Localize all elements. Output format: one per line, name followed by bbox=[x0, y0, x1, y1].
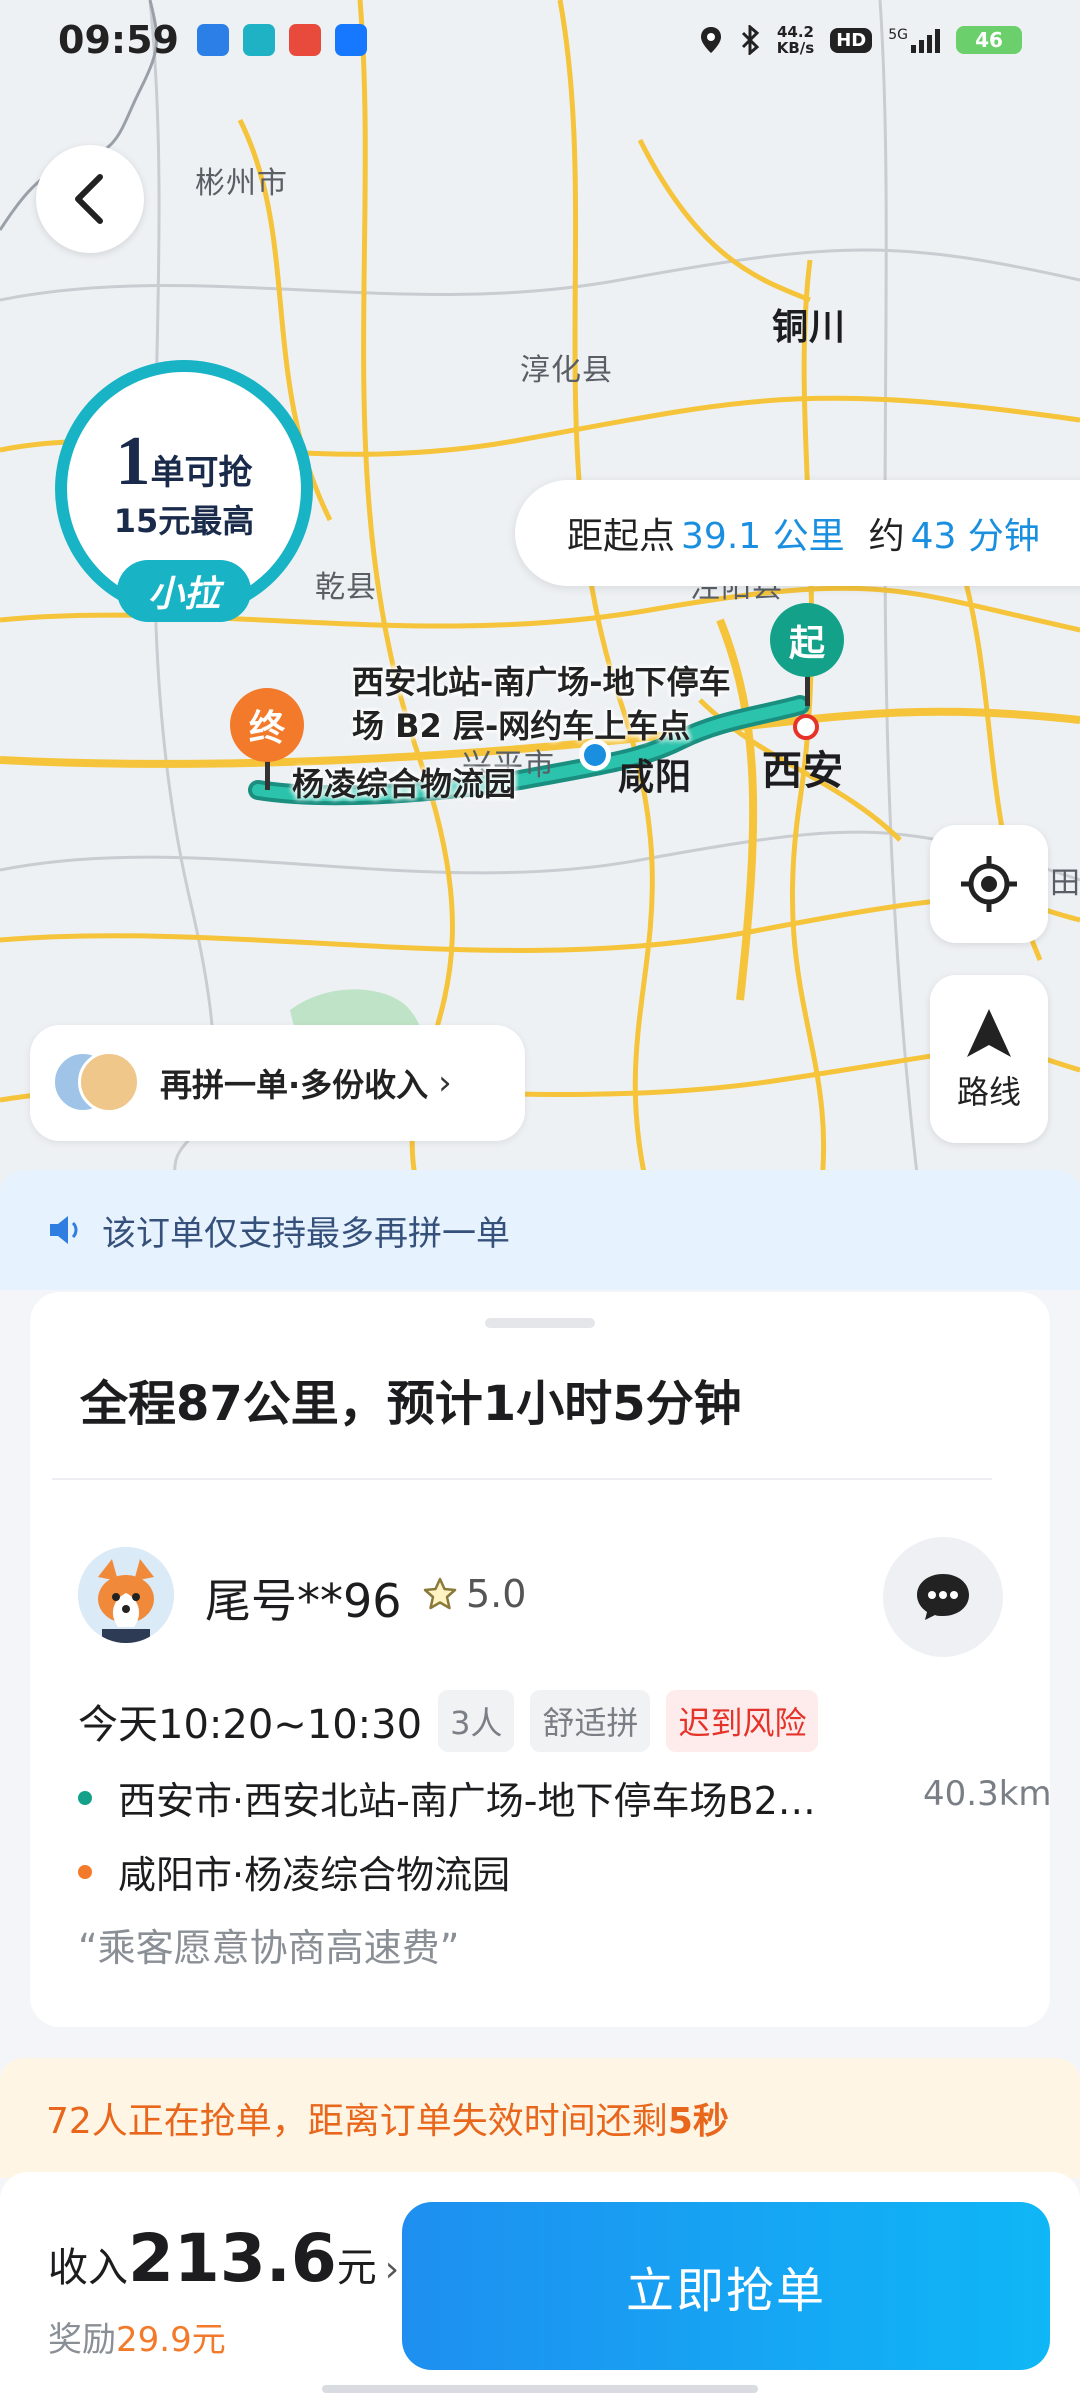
status-app-icons bbox=[196, 24, 367, 56]
warning-text: 72人正在抢单，距离订单失效时间还剩 bbox=[46, 2101, 668, 2142]
trip-headline: 全程87公里，预计1小时5分钟 bbox=[80, 1376, 742, 1432]
map-label-chunhua: 淳化县 bbox=[520, 353, 613, 388]
passenger-avatar bbox=[78, 1547, 174, 1643]
fox-avatar-icon bbox=[78, 1547, 174, 1643]
chevron-right-icon: › bbox=[438, 1063, 452, 1103]
passenger-rating: 5.0 bbox=[422, 1572, 526, 1616]
hd-badge: HD bbox=[830, 27, 873, 53]
chat-button[interactable] bbox=[883, 1537, 1003, 1657]
tag-late-risk: 迟到风险 bbox=[666, 1690, 819, 1752]
chat-bubble-icon bbox=[917, 1574, 969, 1620]
alipay-icon bbox=[334, 24, 367, 56]
dropoff-address-text: 咸阳市·杨凌综合物流园 bbox=[118, 1853, 511, 1897]
dropoff-address: 咸阳市·杨凌综合物流园 bbox=[78, 1844, 510, 1899]
map-label-partial: 田 bbox=[1050, 866, 1080, 901]
battery-icon: 46 bbox=[956, 26, 1022, 54]
crosshair-icon bbox=[961, 856, 1017, 912]
reward-info: 奖励29.9元 bbox=[48, 2312, 226, 2361]
chevron-left-icon bbox=[75, 174, 103, 224]
brand-badge: 小拉 bbox=[117, 560, 251, 622]
income-summary[interactable]: 收入 213.6 元 › bbox=[48, 2220, 399, 2297]
end-location-label: 杨凌综合物流园 bbox=[292, 765, 517, 803]
reward-value: 29.9元 bbox=[116, 2320, 226, 2360]
grab-order-button[interactable]: 立即抢单 bbox=[402, 2202, 1050, 2370]
locate-button[interactable] bbox=[930, 825, 1048, 943]
status-time: 09:59 bbox=[58, 18, 179, 62]
map-label-binzhou: 彬州市 bbox=[195, 166, 288, 201]
distance-value: 39.1 公里 bbox=[681, 516, 845, 557]
notice-text: 该订单仅支持最多再拼一单 bbox=[102, 1213, 510, 1254]
status-bar: 09:59 44.2 KB/s HD 5G 46 bbox=[0, 0, 1080, 80]
rating-value: 5.0 bbox=[466, 1572, 527, 1616]
navigation-arrow-icon bbox=[967, 1009, 1011, 1057]
app-notification-icon bbox=[196, 24, 229, 56]
passenger-name: 尾号**96 bbox=[205, 1574, 402, 1628]
chevron-right-icon: › bbox=[384, 2249, 400, 2290]
pickup-time-window: 今天10:20~10:30 bbox=[78, 1702, 423, 1748]
pickup-dot bbox=[78, 1790, 92, 1805]
home-indicator[interactable] bbox=[322, 2385, 758, 2393]
income-prefix: 收入 bbox=[48, 2245, 128, 2291]
network-speed: 44.2 KB/s bbox=[776, 23, 815, 57]
start-location-label: 西安北站-南广场-地下停车 场 B2 层-网约车上车点 bbox=[352, 663, 731, 745]
tag-passenger-count: 3人 bbox=[438, 1690, 515, 1752]
passenger-note: “乘客愿意协商高速费” bbox=[78, 1926, 460, 1970]
order-count-suffix: 单可抢 bbox=[150, 453, 253, 493]
route-button-label: 路线 bbox=[956, 1073, 1021, 1111]
map-label-xianyang: 咸阳 bbox=[618, 757, 693, 798]
pickup-address: 西安市·西安北站-南广场-地下停车场B2… bbox=[78, 1770, 816, 1825]
start-pin-stem bbox=[805, 676, 810, 706]
tag-comfort-pool: 舒适拼 bbox=[530, 1690, 651, 1752]
pool-avatars bbox=[52, 1051, 142, 1115]
divider bbox=[52, 1478, 992, 1480]
map-label-qianxian: 乾县 bbox=[315, 570, 377, 605]
order-count-badge: 1单可抢 15元最高 小拉 bbox=[55, 360, 313, 622]
pool-another-order-button[interactable]: 再拼一单·多份收入 › bbox=[30, 1025, 525, 1141]
reward-prefix: 奖励 bbox=[48, 2320, 116, 2360]
drag-handle[interactable] bbox=[485, 1318, 595, 1328]
duration-prefix: 约 bbox=[868, 516, 905, 557]
route-button[interactable]: 路线 bbox=[930, 975, 1048, 1143]
bluetooth-icon bbox=[741, 25, 759, 55]
pickup-distance: 40.3km bbox=[923, 1774, 1052, 1814]
distance-pill: 距起点 39.1 公里 约 43 分钟 bbox=[515, 480, 1080, 586]
back-button[interactable] bbox=[36, 145, 144, 253]
trip-card: 全程87公里，预计1小时5分钟 尾号**96 5.0 今天10:20~10:30… bbox=[30, 1292, 1052, 2027]
grab-warning: 72人正在抢单，距离订单失效时间还剩 5秒 bbox=[0, 2058, 1080, 2178]
dropoff-dot bbox=[78, 1864, 92, 1879]
app-notification-icon bbox=[288, 24, 321, 56]
start-pin: 起 bbox=[770, 603, 844, 677]
bottom-bar: 收入 213.6 元 › 奖励29.9元 立即抢单 bbox=[0, 2172, 1080, 2400]
income-suffix: 元 bbox=[336, 2245, 377, 2291]
end-pin: 终 bbox=[230, 688, 304, 762]
duration-value: 43 分钟 bbox=[910, 516, 1040, 557]
app-notification-icon bbox=[242, 24, 275, 56]
location-icon bbox=[700, 27, 721, 53]
warning-seconds: 5秒 bbox=[667, 2101, 729, 2142]
speaker-icon bbox=[50, 1216, 78, 1244]
income-amount: 213.6 bbox=[128, 2220, 337, 2297]
order-count: 1 bbox=[115, 423, 151, 500]
order-max-text: 15元最高 bbox=[113, 502, 255, 540]
map-label-tongchuan: 铜川 bbox=[772, 307, 847, 348]
star-icon bbox=[423, 1577, 457, 1610]
distance-prefix: 距起点 bbox=[567, 516, 676, 557]
avatar bbox=[78, 1051, 140, 1113]
pool-text: 再拼一单·多份收入 bbox=[160, 1066, 429, 1104]
map-label-xian: 西安 bbox=[762, 748, 844, 794]
end-pin-stem bbox=[265, 760, 270, 790]
signal-icon: 5G bbox=[888, 27, 940, 53]
pickup-address-text: 西安市·西安北站-南广场-地下停车场B2… bbox=[118, 1779, 816, 1823]
trip-time-row: 今天10:20~10:30 3人 舒适拼 迟到风险 bbox=[78, 1690, 819, 1752]
order-notice: 该订单仅支持最多再拼一单 bbox=[0, 1170, 1080, 1290]
